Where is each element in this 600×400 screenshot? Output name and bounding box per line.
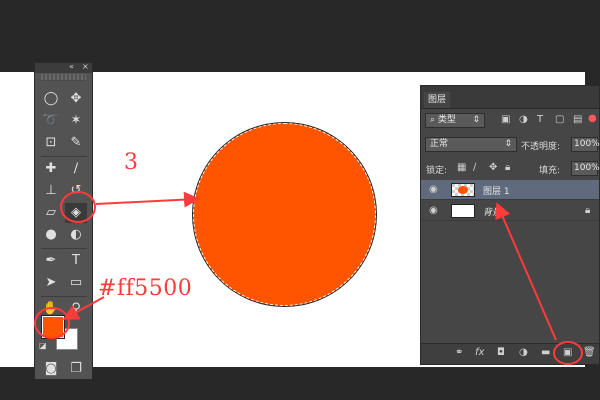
adjustment-filter-icon[interactable]: ◑: [519, 114, 528, 125]
lock-all-icon[interactable]: 🔒︎: [505, 162, 510, 173]
blend-mode-select[interactable]: 正常 ⇕: [425, 137, 517, 152]
fill-input[interactable]: 100%: [571, 161, 600, 176]
lock-position-icon[interactable]: ✥: [489, 162, 497, 173]
zoom-icon[interactable]: ⚲: [65, 299, 87, 319]
lock-transparency-icon[interactable]: ▦: [457, 162, 466, 173]
filter-toggle-icon[interactable]: ●: [588, 113, 597, 124]
lock-label: 锁定:: [426, 166, 448, 176]
lock-icon: 🔒︎: [585, 205, 591, 216]
pixel-filter-icon[interactable]: ▣: [501, 114, 510, 125]
history-brush-icon[interactable]: ↺: [65, 181, 87, 201]
chevron-updown-icon: ⇕: [472, 115, 480, 125]
layers-panel: 图层 ⌕ 类型 ⇕ ▣ ◑ T ▢ ▤ ● 正常 ⇕ 不透明度: 100% 锁定: …: [420, 85, 600, 365]
brush-icon[interactable]: ∕: [65, 159, 87, 179]
fx-icon[interactable]: fx: [475, 347, 484, 358]
close-icon[interactable]: ×: [82, 62, 89, 71]
magic-wand-icon[interactable]: ✶: [65, 111, 87, 131]
search-icon: ⌕: [430, 115, 438, 125]
folder-icon[interactable]: ▬: [541, 347, 550, 358]
link-icon[interactable]: ⚭: [455, 347, 463, 358]
adjustment-icon[interactable]: ◑: [519, 347, 528, 358]
clone-stamp-icon[interactable]: ⊥: [40, 181, 62, 201]
layer-thumbnail: [451, 204, 475, 218]
blur-icon[interactable]: ●: [40, 225, 62, 245]
circle-selection-marquee: [193, 123, 376, 306]
eraser-icon[interactable]: ▱: [40, 203, 62, 223]
fill-label: 填充:: [539, 166, 561, 176]
opacity-label: 不透明度:: [521, 142, 561, 152]
layer-name: 背景: [483, 208, 502, 218]
chevron-updown-icon: ⇕: [504, 139, 512, 149]
dodge-icon[interactable]: ◐: [65, 225, 87, 245]
tab-layers[interactable]: 图层: [424, 92, 451, 108]
layer-filter-value: 类型: [437, 115, 456, 125]
tools-separator: [41, 296, 87, 297]
foreground-color-swatch[interactable]: [42, 316, 64, 338]
type-icon[interactable]: T: [65, 251, 87, 271]
layer-row[interactable]: ◉ 图层 1: [421, 180, 599, 200]
layer-row[interactable]: ◉ 背景 🔒︎: [421, 201, 599, 221]
shape-filter-icon[interactable]: ▢: [555, 114, 564, 125]
annotation-color-hex: #ff5500: [98, 276, 193, 301]
move-icon[interactable]: ✥: [65, 89, 87, 109]
blend-mode-value: 正常: [430, 139, 449, 149]
collapse-icon[interactable]: «: [69, 62, 74, 71]
new-layer-icon[interactable]: ▣: [563, 347, 572, 358]
screen-mode-icon[interactable]: ❐: [65, 359, 87, 379]
opacity-input[interactable]: 100%: [571, 137, 600, 152]
paint-bucket-icon[interactable]: ◈: [65, 203, 87, 223]
tools-separator: [41, 248, 87, 249]
elliptical-marquee-icon[interactable]: ◯: [40, 89, 62, 109]
layer-filter-select[interactable]: ⌕ 类型 ⇕: [425, 113, 485, 128]
tools-panel-grip[interactable]: [41, 74, 86, 81]
healing-brush-icon[interactable]: ✚: [40, 159, 62, 179]
smart-object-filter-icon[interactable]: ▤: [573, 114, 582, 125]
pen-icon[interactable]: ✒: [40, 251, 62, 271]
lock-pixels-icon[interactable]: ∕: [473, 162, 476, 173]
layer-name: 图层 1: [483, 187, 510, 197]
lasso-icon[interactable]: ➰: [40, 111, 62, 131]
type-filter-icon[interactable]: T: [537, 114, 543, 125]
annotation-step-3: 3: [124, 150, 138, 175]
tools-panel-header[interactable]: « ×: [35, 62, 92, 73]
layers-panel-header: 图层: [421, 86, 599, 109]
rectangle-shape-icon[interactable]: ▭: [65, 273, 87, 293]
tools-separator: [41, 156, 87, 157]
layers-panel-footer: ⚭ fx ◘ ◑ ▬ ▣ 🗑︎: [421, 343, 599, 364]
eyedropper-icon[interactable]: ✎: [65, 133, 87, 153]
crop-icon[interactable]: ⊡: [40, 133, 62, 153]
trash-icon[interactable]: 🗑︎: [583, 347, 596, 358]
layer-thumbnail: [451, 183, 475, 197]
quick-mask-icon[interactable]: ◙: [40, 359, 62, 379]
mask-icon[interactable]: ◘: [497, 347, 505, 358]
path-selection-icon[interactable]: ➤: [40, 273, 62, 293]
default-colors-icon[interactable]: ◪: [39, 341, 47, 350]
visibility-eye-icon[interactable]: ◉: [429, 205, 438, 216]
visibility-eye-icon[interactable]: ◉: [429, 184, 438, 195]
